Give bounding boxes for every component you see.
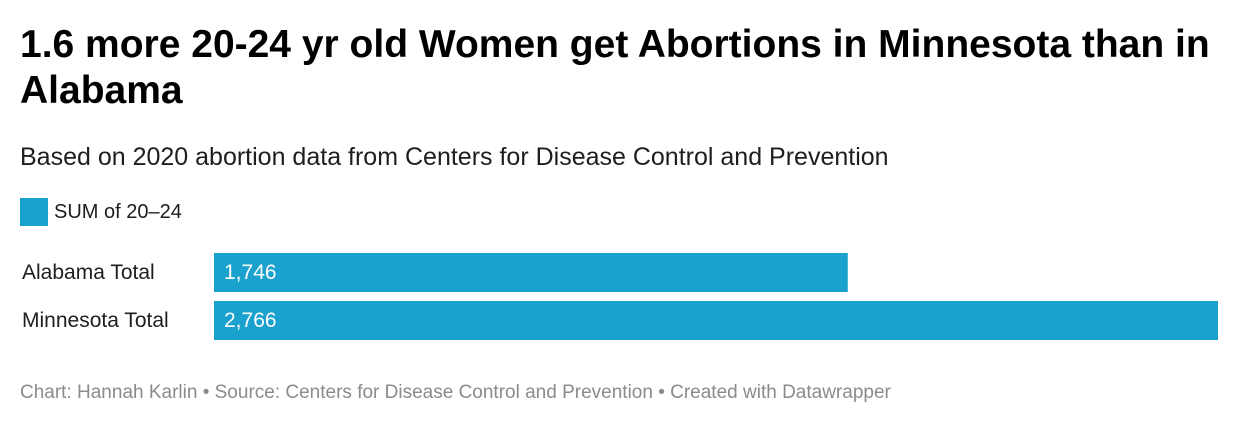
bar-chart: Alabama Total 1,746 Minnesota Total 2,766	[22, 253, 1218, 340]
bar	[214, 253, 848, 292]
chart-footer: Chart: Hannah Karlin • Source: Centers f…	[20, 382, 891, 403]
category-label: Minnesota Total	[22, 309, 169, 332]
bar-value-label: 1,746	[224, 261, 277, 284]
category-label: Alabama Total	[22, 261, 155, 284]
bars-layer: Alabama Total 1,746 Minnesota Total 2,766	[22, 253, 1218, 340]
bar-value-label: 2,766	[224, 309, 277, 332]
bar	[214, 301, 1218, 340]
